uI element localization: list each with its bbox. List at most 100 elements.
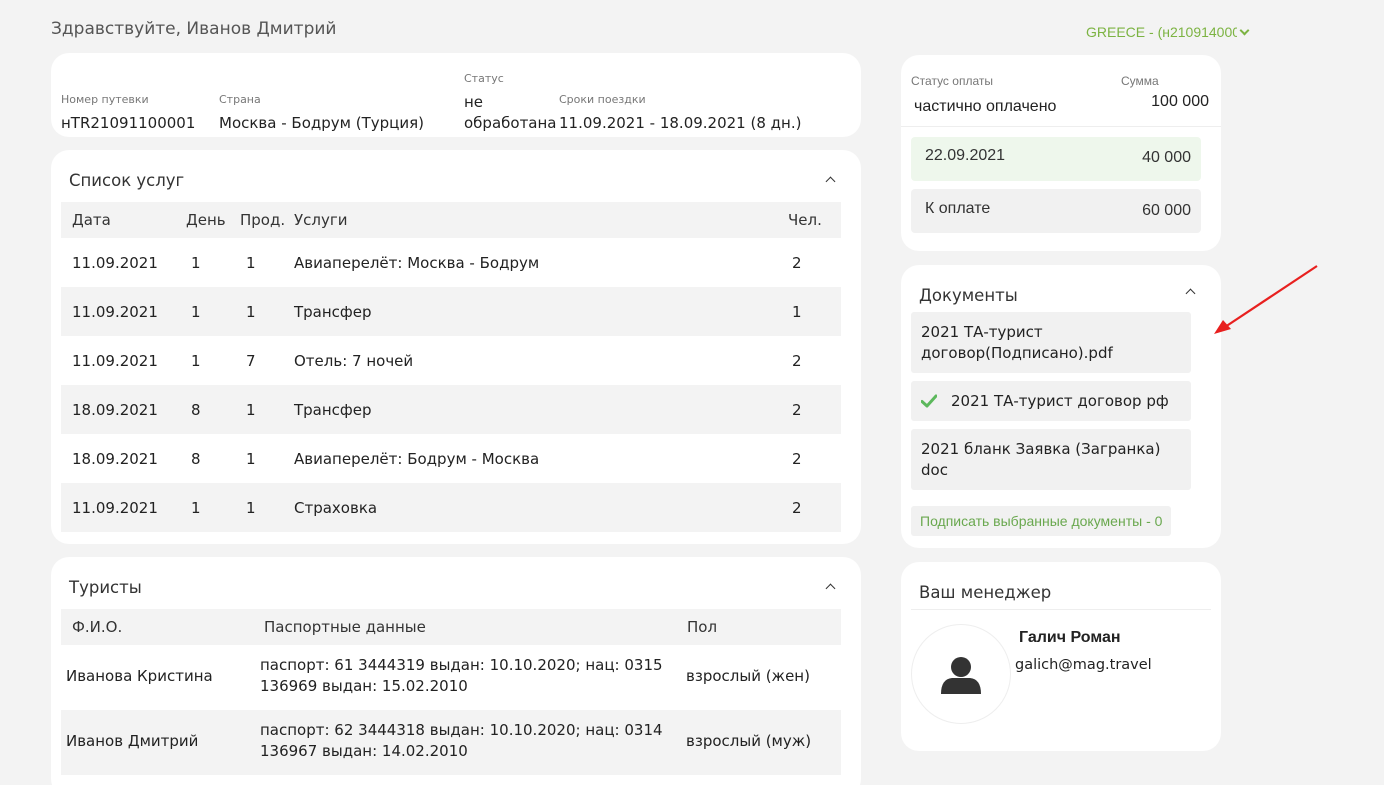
cell-duration: 1: [246, 449, 256, 468]
tourists-collapse-button[interactable]: [822, 580, 838, 596]
table-row: 11.09.2021 1 1 Авиаперелёт: Москва - Бодрум…: [61, 238, 841, 287]
cell-service: Страховка: [294, 498, 378, 517]
services-collapse-button[interactable]: [822, 173, 838, 189]
services-table-header: Дата День Прод. Услуги Чел.: [61, 202, 841, 238]
cell-passport-line1: паспорт: 62 3444318 выдан: 10.10.2020; н…: [260, 721, 663, 739]
cell-duration: 1: [246, 302, 256, 321]
greeting: Здравствуйте, Иванов Дмитрий: [51, 19, 337, 39]
cell-service: Авиаперелёт: Москва - Бодрум: [294, 253, 540, 272]
cell-people: 2: [792, 498, 802, 517]
due-row: К оплате 60 000: [911, 189, 1201, 233]
divider: [911, 609, 1211, 610]
sum-value: 100 000: [1151, 93, 1209, 110]
col-passport: Паспортные данные: [264, 618, 426, 636]
country-label: Страна: [219, 93, 261, 106]
paid-amount: 40 000: [1142, 149, 1191, 166]
avatar: [911, 624, 1011, 724]
document-name-line1: 2021 ТА-турист: [921, 323, 1043, 341]
document-item[interactable]: 2021 ТА-турист договор рф: [911, 381, 1191, 421]
chevron-down-icon: [1239, 25, 1250, 35]
tourists-table-header: Ф.И.О. Паспортные данные Пол: [61, 609, 841, 645]
document-name-line2: doc: [921, 461, 948, 479]
annotation-arrow: [1214, 265, 1318, 334]
services-title: Список услуг: [69, 171, 185, 190]
user-icon: [941, 657, 981, 694]
booking-number-label: Номер путевки: [61, 93, 149, 106]
chevron-up-icon: [825, 583, 835, 593]
document-name-line1: 2021 бланк Заявка (Загранка): [921, 440, 1161, 458]
col-service: Услуги: [294, 211, 348, 229]
table-row: 11.09.2021 1 1 Страховка 2: [61, 483, 841, 532]
documents-collapse-button[interactable]: [1182, 285, 1198, 301]
due-label: К оплате: [925, 200, 991, 217]
manager-email[interactable]: galich@mag.travel: [1015, 657, 1152, 673]
cell-date: 11.09.2021: [72, 302, 158, 321]
document-name-line2: договор(Подписано).pdf: [921, 344, 1113, 362]
sum-label: Сумма: [1121, 74, 1159, 88]
tour-selector-value: GREECE - (н21091400001): [1086, 24, 1237, 40]
cell-duration: 1: [246, 253, 256, 272]
status-label: Статус: [464, 72, 504, 85]
tourists-title: Туристы: [69, 578, 142, 597]
status-value-line1: не: [464, 93, 484, 111]
document-item[interactable]: 2021 ТА-турист договор(Подписано).pdf: [911, 312, 1191, 373]
cell-service: Трансфер: [294, 400, 372, 419]
col-gender: Пол: [687, 618, 718, 636]
tour-selector[interactable]: GREECE - (н21091400001): [1086, 24, 1251, 40]
table-row: Иванов Дмитрий паспорт: 62 3444318 выдан:…: [61, 710, 841, 775]
tourists-card: Туристы Ф.И.О. Паспортные данные Пол Ива…: [51, 557, 861, 785]
col-people: Чел.: [788, 211, 822, 229]
table-row: 11.09.2021 1 7 Отель: 7 ночей 2: [61, 336, 841, 385]
table-row: 18.09.2021 8 1 Трансфер 2: [61, 385, 841, 434]
cell-day: 8: [191, 449, 201, 468]
cell-duration: 1: [246, 498, 256, 517]
table-row: 18.09.2021 8 1 Авиаперелёт: Бодрум - Москва…: [61, 434, 841, 483]
cell-people: 2: [792, 253, 802, 272]
country-value: Москва - Бодрум (Турция): [219, 114, 424, 132]
manager-card: Ваш менеджер Галич Роман galich@mag.trav…: [901, 562, 1221, 751]
cell-day: 1: [191, 351, 201, 370]
divider: [901, 126, 1221, 127]
chevron-up-icon: [1185, 288, 1195, 298]
chevron-up-icon: [825, 176, 835, 186]
cell-service: Авиаперелёт: Бодрум - Москва: [294, 449, 540, 468]
cell-people: 2: [792, 400, 802, 419]
payment-card: Статус оплаты частично оплачено Сумма 10…: [901, 55, 1221, 251]
manager-name: Галич Роман: [1019, 629, 1121, 646]
paid-date: 22.09.2021: [925, 147, 1006, 164]
col-day: День: [186, 211, 226, 229]
cell-day: 8: [191, 400, 201, 419]
document-item[interactable]: 2021 бланк Заявка (Загранка) doc: [911, 429, 1191, 490]
services-card: Список услуг Дата День Прод. Услуги Чел.…: [51, 150, 861, 544]
table-row: Иванова Кристина паспорт: 61 3444319 выда…: [61, 645, 841, 710]
cell-passport-line2: 136967 выдан: 14.02.2010: [260, 742, 468, 760]
cell-name: Иванов Дмитрий: [66, 732, 199, 750]
dates-label: Сроки поездки: [559, 93, 646, 106]
cell-date: 11.09.2021: [72, 351, 158, 370]
cell-passport-line2: 136969 выдан: 15.02.2010: [260, 677, 468, 695]
booking-info-card: Номер путевки нTR21091100001 Страна Моск…: [51, 53, 861, 137]
payment-history-row: 22.09.2021 40 000: [911, 137, 1201, 181]
check-icon: [921, 394, 937, 408]
cell-people: 1: [792, 302, 802, 321]
cell-day: 1: [191, 302, 201, 321]
cell-duration: 7: [246, 351, 256, 370]
cell-service: Отель: 7 ночей: [294, 351, 414, 370]
cell-service: Трансфер: [294, 302, 372, 321]
sign-documents-button[interactable]: Подписать выбранные документы - 0: [911, 506, 1172, 536]
cell-gender: взрослый (жен): [686, 667, 810, 685]
cell-date: 18.09.2021: [72, 400, 158, 419]
payment-status-label: Статус оплаты: [911, 74, 993, 88]
documents-card: Документы 2021 ТА-турист договор(Подписа…: [901, 265, 1221, 548]
cell-day: 1: [191, 253, 201, 272]
booking-number: нTR21091100001: [61, 114, 196, 132]
cell-duration: 1: [246, 400, 256, 419]
cell-name: Иванова Кристина: [66, 667, 213, 685]
manager-title: Ваш менеджер: [919, 583, 1052, 602]
cell-people: 2: [792, 351, 802, 370]
due-amount: 60 000: [1142, 202, 1191, 219]
col-duration: Прод.: [240, 211, 286, 229]
col-name: Ф.И.О.: [72, 618, 123, 636]
dates-value: 11.09.2021 - 18.09.2021 (8 дн.): [559, 114, 802, 132]
documents-title: Документы: [919, 286, 1018, 305]
